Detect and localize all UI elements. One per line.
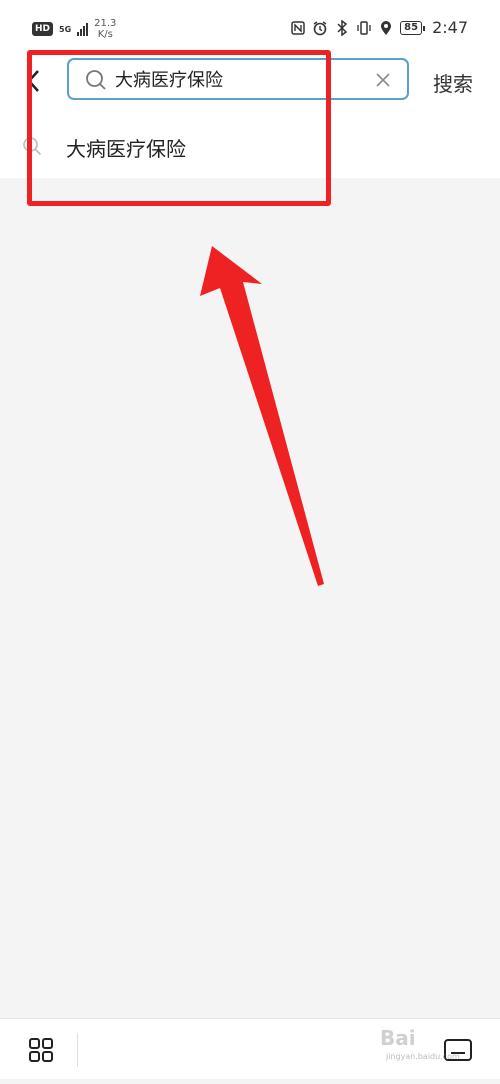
network-type: 5G: [59, 24, 72, 34]
alarm-icon: [312, 20, 328, 36]
speed-value: 21.3: [94, 18, 117, 29]
search-button[interactable]: 搜索: [433, 68, 473, 97]
bluetooth-icon: [334, 19, 350, 36]
vibrate-icon: [356, 20, 372, 36]
battery-indicator: 85: [400, 20, 425, 35]
network-speed: 21.3 K/s: [94, 18, 116, 40]
location-icon: [378, 20, 394, 36]
speed-unit: K/s: [97, 29, 113, 40]
watermark-logo: Bai: [380, 1026, 416, 1050]
clear-icon[interactable]: [375, 72, 391, 88]
signal-bars-icon: [77, 22, 89, 36]
watermark-url: jingyan.baidu.com: [386, 1052, 460, 1061]
annotation-highlight-box: [27, 50, 331, 206]
bottom-bar: [0, 1018, 500, 1079]
status-left: HD 5G 21.3 K/s: [32, 18, 116, 40]
nfc-icon: [290, 20, 306, 36]
status-right: 85 2:47: [290, 18, 468, 37]
grid-menu-icon[interactable]: [28, 1037, 54, 1063]
status-bar: HD 5G 21.3 K/s 85 2:47: [0, 0, 500, 52]
divider: [77, 1033, 78, 1067]
hd-badge: HD: [32, 22, 54, 36]
clock: 2:47: [432, 18, 468, 37]
